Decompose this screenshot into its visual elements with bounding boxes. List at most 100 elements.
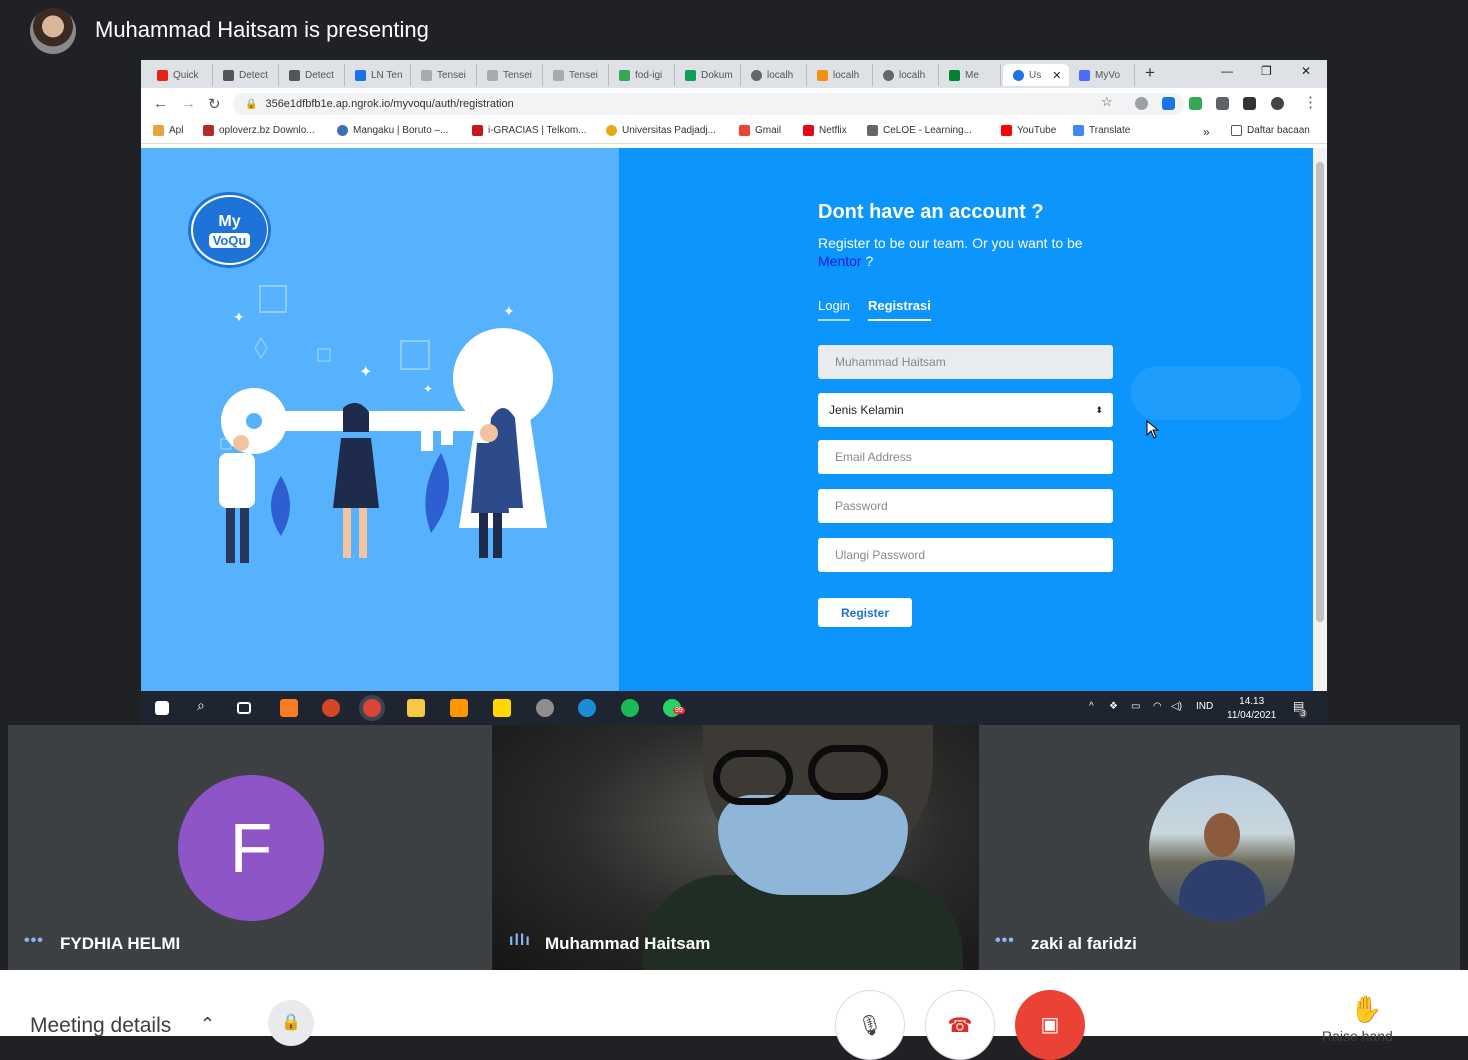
battery-icon[interactable]: ▭: [1131, 701, 1140, 712]
participant-tile[interactable]: F ••• FYDHIA HELMI: [8, 725, 492, 970]
whatsapp-badge: 99: [673, 707, 685, 714]
browser-tab[interactable]: fod-igi: [609, 64, 675, 86]
tray-chevron-icon[interactable]: ^: [1089, 701, 1094, 712]
browser-tab[interactable]: Detect: [279, 64, 345, 86]
puzzle-icon[interactable]: [1243, 97, 1256, 110]
task-view-icon[interactable]: [237, 702, 251, 714]
bookmark-item[interactable]: CeLOE - Learning...: [867, 125, 972, 136]
extension-icon[interactable]: [1135, 97, 1148, 110]
browser-tab[interactable]: Quick: [147, 64, 213, 86]
sublime-text-icon[interactable]: [450, 699, 468, 717]
globe-icon: [1013, 69, 1024, 81]
more-options-icon[interactable]: •••: [24, 932, 44, 950]
extension-icon[interactable]: [1216, 97, 1229, 110]
spotify-icon[interactable]: [621, 699, 639, 717]
microphone-button[interactable]: 🎙: [835, 990, 905, 1060]
app-icon[interactable]: [536, 699, 554, 717]
form-heading: Dont have an account ?: [818, 201, 1044, 223]
leave-call-button[interactable]: ☎: [925, 990, 995, 1060]
name-field[interactable]: Muhammad Haitsam: [818, 345, 1113, 379]
input-language[interactable]: IND: [1196, 701, 1213, 712]
powerpoint-icon[interactable]: [322, 699, 340, 717]
browser-tab[interactable]: Tensei: [411, 64, 477, 86]
password-field[interactable]: Password: [818, 489, 1113, 523]
browser-tab[interactable]: localh: [873, 64, 939, 86]
select-arrows-icon: ⬍: [1095, 404, 1103, 415]
tab-registrasi[interactable]: Registrasi: [868, 298, 931, 321]
camera-off-icon: ▣: [1040, 1014, 1060, 1036]
bookmark-item[interactable]: Gmail: [739, 125, 781, 136]
browser-tab[interactable]: Detect: [213, 64, 279, 86]
extension-icon[interactable]: [1162, 97, 1175, 110]
bookmark-item[interactable]: Universitas Padjadj...: [606, 125, 716, 136]
forward-icon[interactable]: →: [181, 95, 196, 112]
browser-tab[interactable]: Dokum: [675, 64, 741, 86]
xampp-icon[interactable]: [280, 699, 298, 717]
bookmark-item[interactable]: Netflix: [803, 125, 847, 136]
host-controls-button[interactable]: 🔒: [268, 1000, 314, 1046]
chevron-up-icon[interactable]: ⌃: [200, 1014, 215, 1035]
bookmark-item[interactable]: oploverz.bz Downlo...: [203, 125, 315, 136]
bookmark-item[interactable]: Mangaku | Boruto –...: [337, 125, 448, 136]
bookmarks-more[interactable]: »: [1203, 125, 1210, 139]
minimize-icon[interactable]: —: [1221, 64, 1233, 78]
browser-tab[interactable]: Me: [939, 64, 1001, 86]
svg-text:✦: ✦: [359, 364, 372, 381]
svg-text:✦: ✦: [233, 309, 245, 325]
speaking-indicator-icon: ıllı: [509, 932, 531, 949]
scrollbar-thumb[interactable]: [1316, 162, 1324, 622]
bookmark-item[interactable]: i-GRACIAS | Telkom...: [472, 125, 587, 136]
email-field[interactable]: Email Address: [818, 440, 1113, 474]
mentor-link[interactable]: Mentor: [818, 253, 862, 269]
camera-button[interactable]: ▣: [1015, 990, 1085, 1060]
browser-tab-active[interactable]: Us ✕: [1003, 64, 1069, 86]
browser-tab[interactable]: localh: [807, 64, 873, 86]
page-scrollbar[interactable]: [1313, 148, 1327, 691]
globe-icon: [751, 69, 762, 81]
bookmark-item[interactable]: Translate: [1073, 125, 1130, 136]
extension-icon[interactable]: [1189, 97, 1202, 110]
register-button[interactable]: Register: [818, 598, 912, 627]
tab-login[interactable]: Login: [818, 298, 850, 321]
restore-icon[interactable]: ❐: [1261, 64, 1272, 78]
back-icon[interactable]: ←: [153, 95, 168, 112]
gmail-icon: [739, 125, 750, 136]
file-explorer-icon[interactable]: [407, 699, 425, 717]
dropbox-icon[interactable]: ❖: [1109, 701, 1118, 712]
repeat-password-field[interactable]: Ulangi Password: [818, 538, 1113, 572]
participant-tile[interactable]: ıllı Muhammad Haitsam: [493, 725, 978, 970]
bookmark-item[interactable]: YouTube: [1001, 125, 1056, 136]
browser-tab[interactable]: Tensei: [543, 64, 609, 86]
edge-icon[interactable]: [578, 699, 596, 717]
new-tab-button[interactable]: +: [1145, 63, 1155, 83]
clock[interactable]: 14.13 11/04/2021: [1227, 695, 1276, 723]
close-window-icon[interactable]: ✕: [1301, 64, 1311, 78]
browser-tab[interactable]: localh: [741, 64, 807, 86]
reading-list[interactable]: Daftar bacaan: [1231, 125, 1310, 136]
more-options-icon[interactable]: •••: [995, 932, 1015, 950]
sticky-notes-icon[interactable]: [493, 699, 511, 717]
search-icon[interactable]: ⌕: [197, 697, 215, 715]
profile-avatar[interactable]: [1271, 97, 1284, 110]
close-tab-icon[interactable]: ✕: [1052, 69, 1061, 82]
page-icon: [289, 69, 300, 81]
wifi-icon[interactable]: ◠: [1153, 701, 1162, 712]
browser-tab[interactable]: Tensei: [477, 64, 543, 86]
menu-icon[interactable]: ⋮: [1303, 93, 1318, 111]
meeting-details-button[interactable]: Meeting details: [30, 1014, 171, 1038]
star-icon[interactable]: ☆: [1101, 94, 1113, 110]
bookmark-item[interactable]: Apl: [153, 125, 183, 136]
reload-icon[interactable]: ↻: [208, 95, 221, 113]
windows-start-icon[interactable]: [155, 701, 169, 715]
gender-select[interactable]: Jenis Kelamin ⬍: [818, 393, 1113, 427]
bookmark-icon: [606, 125, 617, 136]
raise-hand-icon[interactable]: ✋: [1350, 994, 1382, 1025]
form-subtext: Register to be our team. Or you want to …: [818, 235, 1083, 269]
browser-tab[interactable]: MyVo: [1069, 64, 1135, 86]
browser-tab[interactable]: LN Ten: [345, 64, 411, 86]
volume-icon[interactable]: ◁): [1171, 701, 1182, 712]
address-bar[interactable]: 🔒 356e1dfbfb1e.ap.ngrok.io/myvoqu/auth/r…: [233, 93, 1185, 115]
participant-tile[interactable]: ••• zaki al faridzi: [979, 725, 1460, 970]
raise-hand-label[interactable]: Raise hand: [1322, 1028, 1393, 1044]
chrome-icon[interactable]: [363, 699, 381, 717]
